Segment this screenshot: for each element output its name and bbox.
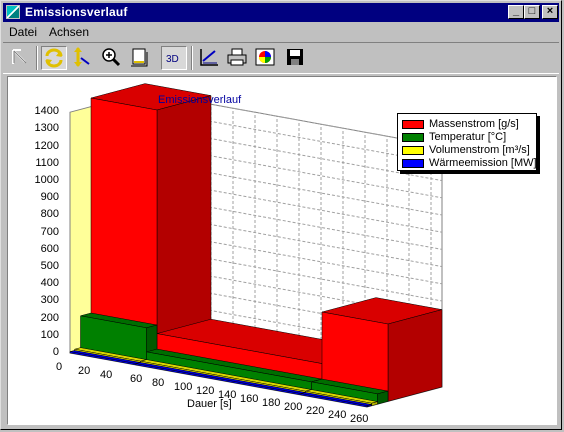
- svg-text:3D: 3D: [166, 54, 179, 65]
- scale-axis-tool-button[interactable]: [69, 46, 95, 70]
- menu-achsen[interactable]: Achsen: [49, 25, 89, 39]
- y-tick-label: 800: [40, 208, 59, 221]
- x-tick-label: 0: [56, 361, 63, 373]
- x-tick-label: 180: [262, 397, 281, 409]
- legend-item: Volumenstrom [m³/s]: [402, 144, 530, 157]
- 3d-toggle-icon: 3D: [166, 54, 179, 65]
- legend-label: Volumenstrom [m³/s]: [429, 144, 530, 157]
- save-icon: [287, 49, 303, 65]
- menu-datei[interactable]: Datei: [9, 25, 37, 39]
- legend-label: Massenstrom [g/s]: [429, 118, 519, 131]
- x-tick-label: 220: [306, 405, 325, 417]
- y-tick-label: 600: [40, 242, 59, 255]
- y-tick-label: 1000: [34, 174, 59, 186]
- legend-swatch: [402, 132, 424, 142]
- bar-side-0-2: [387, 309, 443, 402]
- scale-axis-icon: [74, 47, 90, 67]
- title-bar[interactable]: Emissionsverlauf _ □ ×: [3, 3, 559, 22]
- close-button[interactable]: ×: [542, 5, 558, 19]
- page-tool-button[interactable]: [127, 46, 153, 70]
- y-tick-label: 900: [40, 191, 59, 204]
- x-tick-label: 20: [78, 365, 91, 377]
- close-icon: ×: [546, 5, 554, 17]
- x-tick-label: 240: [328, 409, 347, 421]
- print-icon: [227, 48, 247, 66]
- x-tick-label: 260: [350, 413, 369, 425]
- legend-swatch: [402, 158, 424, 168]
- legend-item: Temperatur [°C]: [402, 131, 506, 144]
- window-title: Emissionsverlauf: [25, 5, 128, 19]
- 3d-toggle-button[interactable]: 3D: [161, 46, 187, 70]
- chart-edit-icon: [200, 49, 218, 66]
- x-tick-label: 200: [284, 401, 303, 413]
- x-tick-label: 160: [240, 393, 259, 405]
- legend-swatch: [402, 145, 424, 155]
- page-icon: [131, 48, 148, 67]
- maximize-button[interactable]: □: [524, 5, 540, 19]
- rotate-icon: [45, 48, 63, 68]
- x-tick-label: 60: [130, 373, 143, 385]
- bar-side-0-0: [156, 95, 212, 360]
- y-tick-label: 1400: [34, 105, 59, 118]
- x-tick-label: 120: [196, 385, 215, 397]
- chart-title: Emissionsverlauf: [158, 94, 242, 106]
- y-tick-label: 1300: [34, 122, 59, 135]
- toolbar: 3D: [3, 42, 559, 74]
- x-axis-label: Dauer [s]: [187, 398, 232, 410]
- maximize-icon: □: [528, 5, 536, 17]
- chart-legend: Massenstrom [g/s] Temperatur [°C] Volume…: [397, 113, 537, 171]
- chart-edit-button[interactable]: [197, 46, 223, 70]
- zoom-tool-button[interactable]: [99, 46, 125, 70]
- y-tick-label: 700: [40, 225, 59, 238]
- legend-swatch: [402, 119, 424, 129]
- color-palette-icon: [255, 48, 275, 66]
- y-tick-label: 200: [40, 311, 59, 324]
- save-button[interactable]: [283, 46, 309, 70]
- legend-label: Wärmeemission [MW]: [429, 157, 537, 170]
- pointer-tool-button[interactable]: [7, 46, 33, 70]
- x-tick-label: 40: [100, 369, 113, 381]
- x-tick-label: 100: [174, 381, 193, 393]
- y-tick-label: 300: [40, 294, 59, 307]
- color-palette-button[interactable]: [253, 46, 279, 70]
- legend-item: Wärmeemission [MW]: [402, 157, 537, 170]
- rotate-tool-button[interactable]: [41, 46, 67, 70]
- chart-window: Emissionsverlauf _ □ × Datei Achsen 3D E…: [0, 0, 562, 430]
- y-tick-label: 1100: [35, 156, 59, 169]
- app-icon[interactable]: [6, 5, 20, 19]
- minimize-icon: _: [512, 5, 520, 17]
- legend-item: Massenstrom [g/s]: [402, 118, 519, 131]
- pointer-icon: [12, 49, 27, 64]
- chart-area[interactable]: Emissionsverlauf Massenstrom [g/s] Tempe…: [7, 76, 557, 425]
- zoom-icon: [102, 48, 121, 67]
- y-tick-label: 400: [40, 277, 59, 290]
- y-tick-label: 100: [40, 328, 59, 341]
- legend-label: Temperatur [°C]: [429, 131, 507, 144]
- x-tick-label: 80: [152, 377, 165, 389]
- y-tick-label: 1200: [34, 139, 59, 152]
- minimize-button[interactable]: _: [508, 5, 524, 19]
- menu-bar: Datei Achsen: [3, 23, 559, 41]
- y-tick-label: 500: [40, 260, 59, 272]
- y-tick-label: 0: [52, 346, 59, 358]
- print-button[interactable]: [225, 46, 251, 70]
